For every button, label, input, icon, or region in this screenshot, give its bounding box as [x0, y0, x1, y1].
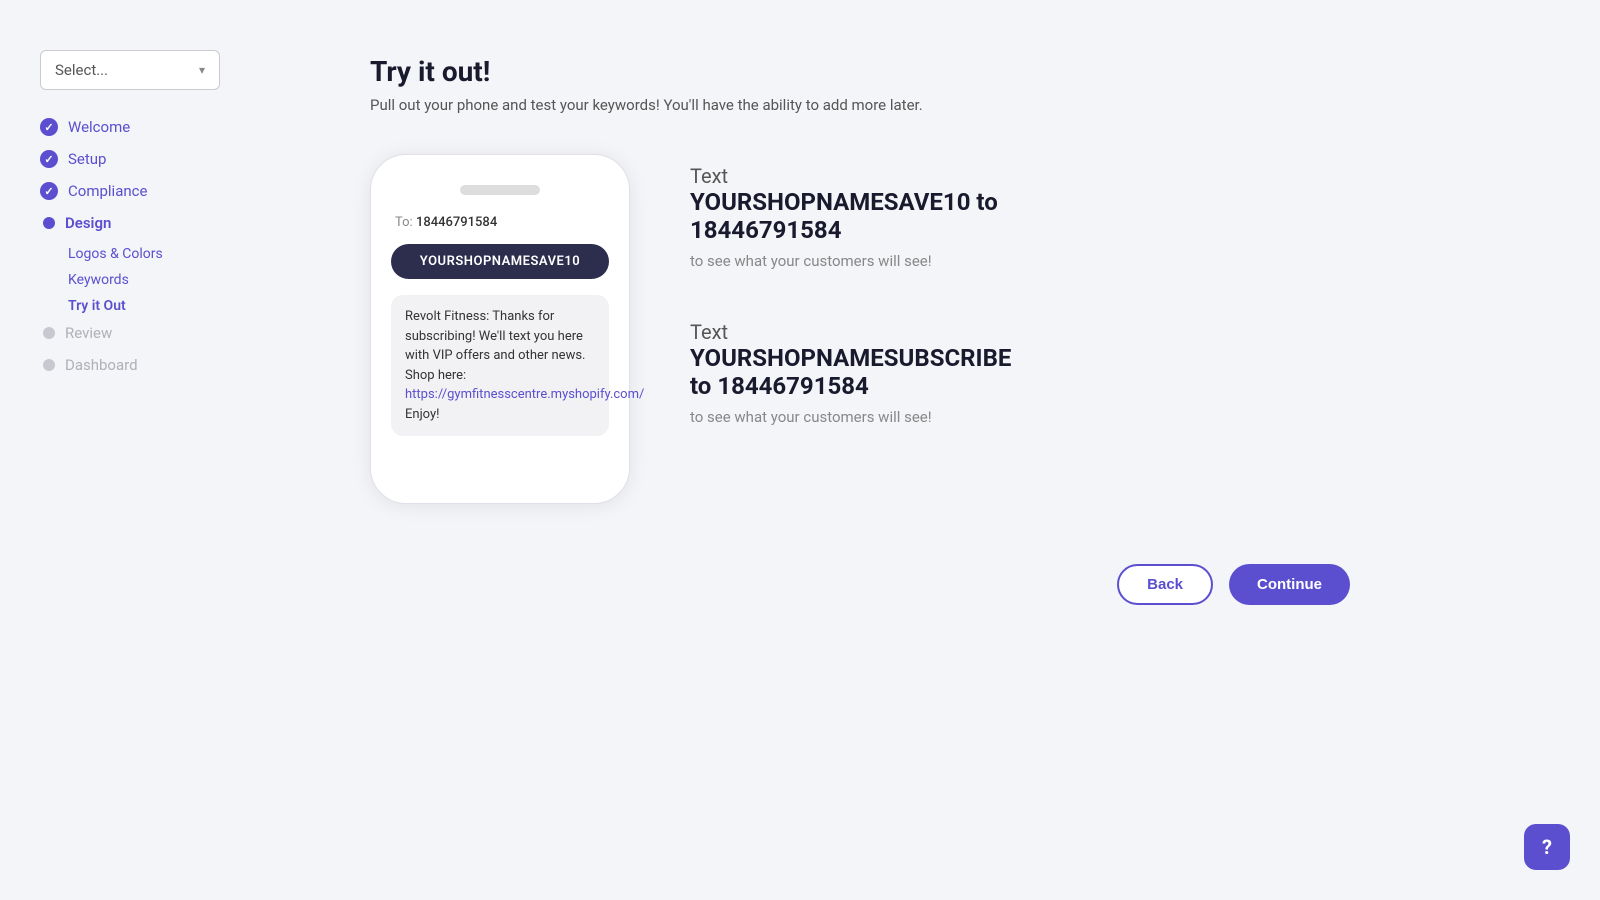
instruction-prefix-1: Text [690, 164, 1011, 188]
phone-to-bar: To: 18446791584 [391, 215, 609, 230]
check-icon-compliance [40, 182, 58, 200]
subnav-label-keywords: Keywords [68, 272, 129, 288]
subnav-label-logos-colors: Logos & Colors [68, 246, 163, 262]
subnav-design: Logos & Colors Keywords Try it Out [68, 246, 280, 314]
back-button[interactable]: Back [1117, 564, 1213, 605]
sidebar-item-dashboard[interactable]: Dashboard [40, 356, 280, 374]
dot-icon-design [43, 217, 55, 229]
page-title: Try it out! [370, 55, 1450, 88]
instruction-block-1: Text YOURSHOPNAMESAVE10 to18446791584 to… [690, 164, 1011, 270]
continue-button[interactable]: Continue [1229, 564, 1350, 605]
check-icon-welcome [40, 118, 58, 136]
subnav-item-try-it-out[interactable]: Try it Out [68, 298, 280, 314]
sidebar-label-review: Review [65, 324, 112, 342]
footer-buttons: Back Continue [370, 564, 1350, 605]
sidebar-label-design: Design [65, 214, 111, 232]
sidebar-item-compliance[interactable]: Compliance [40, 182, 280, 200]
subnav-item-keywords[interactable]: Keywords [68, 272, 280, 288]
sidebar-item-design[interactable]: Design [40, 214, 280, 232]
chevron-down-icon: ▾ [199, 63, 205, 77]
instruction-prefix-2: Text [690, 320, 1011, 344]
sms-text: Revolt Fitness: Thanks for subscribing! … [405, 309, 585, 383]
sidebar-label-dashboard: Dashboard [65, 356, 138, 374]
dot-icon-review [43, 327, 55, 339]
instruction-keyword-2: YOURSHOPNAMESUBSCRIBEto 18446791584 [690, 344, 1011, 400]
content-area: To: 18446791584 YOURSHOPNAMESAVE10 Revol… [370, 154, 1450, 504]
nav-list: Welcome Setup Compliance Design Logos & … [40, 118, 280, 374]
help-button[interactable]: ? [1524, 824, 1570, 870]
sidebar-label-welcome: Welcome [68, 118, 130, 136]
select-placeholder: Select... [55, 61, 108, 79]
phone-number: 18446791584 [416, 215, 497, 230]
phone-mockup: To: 18446791584 YOURSHOPNAMESAVE10 Revol… [370, 154, 630, 504]
sidebar-label-compliance: Compliance [68, 182, 147, 200]
sidebar-item-setup[interactable]: Setup [40, 150, 280, 168]
phone-notch [460, 185, 540, 195]
page-subtitle: Pull out your phone and test your keywor… [370, 96, 1450, 114]
sidebar-item-welcome[interactable]: Welcome [40, 118, 280, 136]
help-icon: ? [1542, 835, 1552, 859]
instruction-block-2: Text YOURSHOPNAMESUBSCRIBEto 18446791584… [690, 320, 1011, 426]
instruction-cta-1: to see what your customers will see! [690, 252, 1011, 270]
instruction-cta-2: to see what your customers will see! [690, 408, 1011, 426]
subnav-item-logos-colors[interactable]: Logos & Colors [68, 246, 280, 262]
instructions-panel: Text YOURSHOPNAMESAVE10 to18446791584 to… [690, 154, 1011, 426]
keyword-bubble: YOURSHOPNAMESAVE10 [391, 244, 609, 279]
dot-icon-dashboard [43, 359, 55, 371]
sidebar-label-setup: Setup [68, 150, 106, 168]
instruction-keyword-1: YOURSHOPNAMESAVE10 to18446791584 [690, 188, 1011, 244]
select-dropdown[interactable]: Select... ▾ [40, 50, 220, 90]
sms-end: Enjoy! [405, 407, 440, 422]
main-content: Try it out! Pull out your phone and test… [310, 0, 1510, 660]
subnav-label-try-it-out: Try it Out [68, 298, 126, 314]
sidebar-item-review[interactable]: Review [40, 324, 280, 342]
to-label: To: [395, 215, 413, 230]
sms-message: Revolt Fitness: Thanks for subscribing! … [391, 295, 609, 436]
check-icon-setup [40, 150, 58, 168]
sms-link[interactable]: https://gymfitnesscentre.myshopify.com/ [405, 387, 644, 402]
sidebar: Select... ▾ Welcome Setup Compliance Des… [0, 0, 310, 900]
